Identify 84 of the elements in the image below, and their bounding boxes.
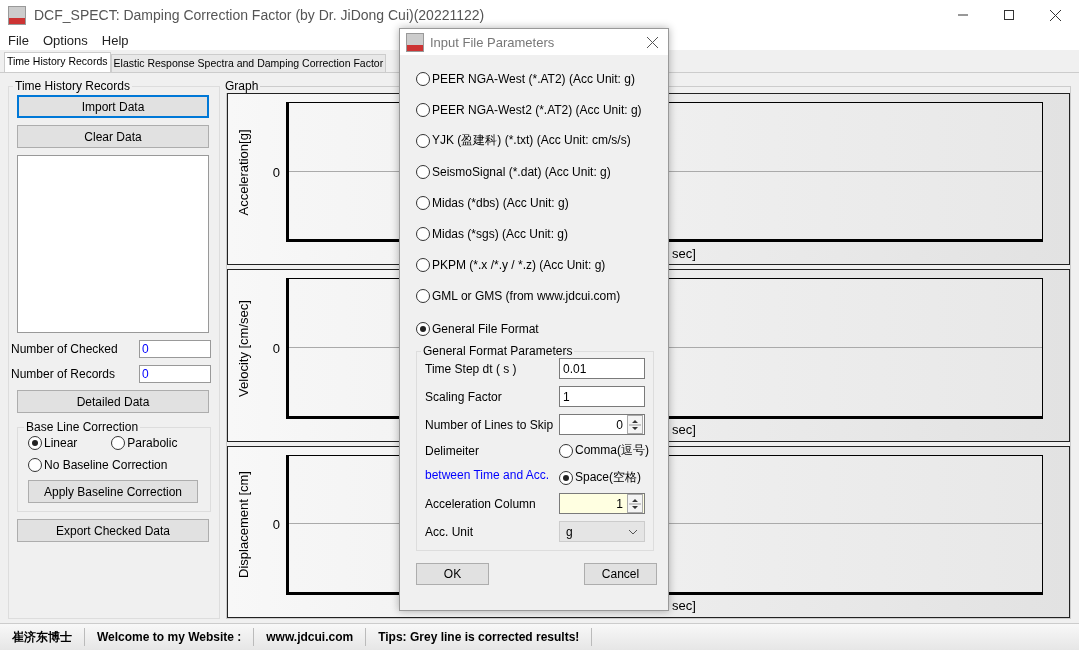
chevron-down-icon bbox=[628, 528, 638, 535]
tick-label: 0 bbox=[272, 517, 280, 533]
format-option[interactable]: Midas (*sgs) (Acc Unit: g) bbox=[416, 226, 569, 241]
delimiter-option[interactable]: Space(空格) bbox=[559, 469, 651, 486]
import-data-button[interactable]: Import Data bbox=[17, 95, 209, 118]
radio-circle[interactable] bbox=[28, 458, 42, 472]
field-label: Acc. Unit bbox=[425, 524, 473, 539]
format-option[interactable]: General File Format bbox=[416, 321, 539, 336]
lines-skip-field[interactable]: 0 bbox=[559, 414, 645, 435]
radio-circle[interactable] bbox=[416, 102, 430, 117]
spinner-arrows-icon[interactable] bbox=[627, 415, 643, 434]
field-label: Number of Lines to Skip bbox=[425, 417, 554, 432]
field-label: Number of Checked bbox=[11, 342, 118, 356]
radio-circle[interactable] bbox=[416, 133, 430, 148]
format-option[interactable]: GML or GMS (from www.jdcui.com) bbox=[416, 288, 621, 303]
axis-label: sec] bbox=[672, 598, 696, 614]
radio-circle[interactable] bbox=[416, 195, 430, 210]
status-text: 崔济东博士 bbox=[0, 628, 85, 646]
clear-data-button[interactable]: Clear Data bbox=[17, 125, 209, 148]
group-title: Base Line Correction bbox=[25, 420, 140, 434]
menu-item[interactable]: Help bbox=[101, 32, 129, 48]
tick-label: 0 bbox=[272, 164, 280, 180]
app-logo-icon bbox=[406, 32, 424, 52]
radio-circle[interactable] bbox=[416, 71, 430, 86]
scaling-field[interactable]: 1 bbox=[559, 386, 645, 407]
maximize-icon[interactable] bbox=[1004, 10, 1014, 20]
dialog-title: Input File Parameters bbox=[430, 34, 555, 50]
spinner-arrows-icon[interactable] bbox=[627, 494, 643, 513]
delimiter-option[interactable]: Comma(逗号) bbox=[559, 442, 651, 459]
group-title: Time History Records bbox=[14, 79, 131, 93]
time-step-field[interactable]: 0.01 bbox=[559, 358, 645, 379]
baseline-option[interactable]: Linear bbox=[28, 436, 78, 450]
radio-circle[interactable] bbox=[416, 226, 430, 241]
axis-label: Velocity [cm/sec] bbox=[235, 300, 251, 397]
axis-label: sec] bbox=[672, 245, 696, 261]
dialog-button[interactable]: Cancel bbox=[584, 563, 657, 585]
format-option[interactable]: PKPM (*.x /*.y / *.z) (Acc Unit: g) bbox=[416, 257, 606, 272]
group-title: Graph bbox=[224, 79, 260, 93]
export-data-button[interactable]: Export Checked Data bbox=[17, 519, 209, 542]
apply-baseline-button[interactable]: Apply Baseline Correction bbox=[28, 480, 198, 503]
field-label: Number of Records bbox=[11, 367, 116, 381]
field-label: Time Step dt ( s ) bbox=[425, 361, 517, 376]
column-field[interactable]: 1 bbox=[559, 493, 645, 514]
radio-circle[interactable] bbox=[416, 257, 430, 272]
detailed-data-button[interactable]: Detailed Data bbox=[17, 390, 209, 413]
status-text: Welcome to my Website : bbox=[85, 628, 255, 646]
field-label: Scaling Factor bbox=[425, 389, 502, 404]
tab[interactable]: Time History Records bbox=[4, 52, 111, 72]
axis-label: sec] bbox=[672, 422, 696, 438]
tab[interactable]: Elastic Response Spectra and Damping Correction Factor bbox=[110, 54, 387, 72]
radio-circle[interactable] bbox=[28, 436, 42, 450]
group-title: General Format Parameters bbox=[422, 344, 574, 358]
delimiter-note: between Time and Acc. bbox=[425, 468, 550, 482]
tick-label: 0 bbox=[272, 341, 280, 356]
baseline-option[interactable]: Parabolic bbox=[111, 436, 178, 450]
radio-circle[interactable] bbox=[416, 288, 430, 303]
format-option[interactable]: Midas (*dbs) (Acc Unit: g) bbox=[416, 195, 569, 210]
window-title: DCF_SPECT: Damping Correction Factor (by Dr. JiDong Cui)(20221122) bbox=[34, 7, 485, 23]
axis-label: Acceleration[g] bbox=[235, 129, 251, 216]
status-text: Tips: Grey line is corrected results! bbox=[366, 628, 593, 646]
close-icon[interactable] bbox=[647, 36, 658, 48]
unit-dropdown[interactable]: g bbox=[559, 521, 645, 542]
status-text: www.jdcui.com bbox=[254, 628, 367, 646]
format-option[interactable]: SeismoSignal (*.dat) (Acc Unit: g) bbox=[416, 164, 611, 179]
axis-label: Displacement [cm] bbox=[235, 471, 251, 579]
radio-circle[interactable] bbox=[559, 443, 573, 458]
app-logo-icon bbox=[8, 5, 26, 25]
menu-item[interactable]: Options bbox=[42, 32, 88, 48]
records-list[interactable] bbox=[17, 155, 209, 333]
radio-circle[interactable] bbox=[416, 321, 430, 336]
field-label: Acceleration Column bbox=[425, 496, 536, 511]
format-option[interactable]: YJK (盈建科) (*.txt) (Acc Unit: cm/s/s) bbox=[416, 132, 631, 149]
menu-item[interactable]: File bbox=[8, 32, 29, 48]
radio-circle[interactable] bbox=[559, 470, 573, 485]
count-field[interactable]: 0 bbox=[139, 340, 211, 358]
count-field[interactable]: 0 bbox=[139, 365, 211, 383]
format-option[interactable]: PEER NGA-West (*.AT2) (Acc Unit: g) bbox=[416, 71, 635, 86]
dialog-button[interactable]: OK bbox=[416, 563, 489, 585]
format-option[interactable]: PEER NGA-West2 (*.AT2) (Acc Unit: g) bbox=[416, 102, 642, 117]
radio-circle[interactable] bbox=[416, 164, 430, 179]
field-label: Delimeiter bbox=[425, 444, 480, 458]
close-icon[interactable] bbox=[1050, 9, 1061, 21]
baseline-option[interactable]: No Baseline Correction bbox=[28, 458, 200, 472]
radio-circle[interactable] bbox=[111, 436, 126, 450]
